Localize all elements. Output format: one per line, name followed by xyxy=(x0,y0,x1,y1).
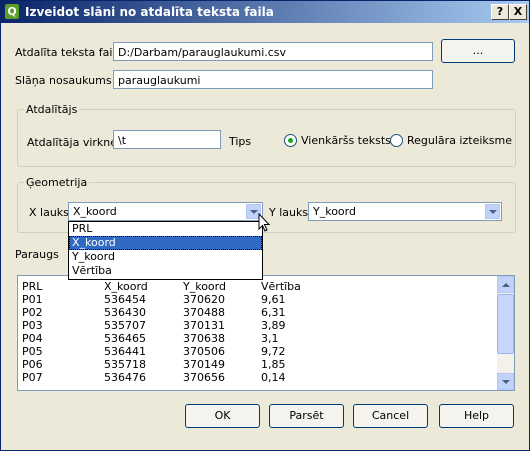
delimiter-type-label: Tips xyxy=(229,135,252,148)
file-label: Atdalīta teksta fails xyxy=(15,46,122,59)
x-field-label: X lauks xyxy=(29,206,69,219)
qgis-app-icon: Q xyxy=(5,4,19,19)
table-cell: 3,89 xyxy=(261,319,286,332)
preview-header-cell: PRL xyxy=(22,280,43,293)
scroll-down-icon[interactable] xyxy=(497,373,514,390)
delimiter-string-label: Atdalītāja virkne xyxy=(27,136,118,149)
browse-button[interactable]: ... xyxy=(441,39,515,63)
window-title: Izveidot slāni no atdalīta teksta faila xyxy=(25,5,274,19)
table-row: P04 536465 370638 3,1 xyxy=(22,332,341,345)
table-row: P03 535707 370131 3,89 xyxy=(22,319,341,332)
preview-header-cell: X_koord xyxy=(104,280,148,293)
table-cell: 370488 xyxy=(183,306,225,319)
table-cell: 536465 xyxy=(104,332,146,345)
table-cell: P05 xyxy=(22,345,43,358)
preview-header-row: PRL X_koord Y_koord Vērtība xyxy=(22,280,341,293)
title-bar[interactable]: Q Izveidot slāni no atdalīta teksta fail… xyxy=(1,1,529,23)
table-cell: 535718 xyxy=(104,358,146,371)
table-row: P02 536430 370488 6,31 xyxy=(22,306,341,319)
scroll-thumb[interactable] xyxy=(497,294,514,354)
dropdown-option-vertiba[interactable]: Vērtība xyxy=(69,264,262,278)
plain-text-radio[interactable] xyxy=(284,134,297,147)
help-title-button[interactable]: ? xyxy=(491,4,509,20)
scroll-up-icon[interactable] xyxy=(497,276,514,293)
preview-header-cell: Vērtība xyxy=(261,280,301,293)
plain-text-radio-label: Vienkāršs teksts xyxy=(301,134,391,147)
table-cell: 3,1 xyxy=(261,332,279,345)
x-field-value: X_koord xyxy=(73,205,117,218)
cancel-button[interactable]: Cancel xyxy=(353,404,428,428)
parse-button[interactable]: Parsēt xyxy=(269,404,344,428)
table-cell: P01 xyxy=(22,293,43,306)
table-cell: P03 xyxy=(22,319,43,332)
x-field-combo[interactable]: X_koord xyxy=(68,202,263,221)
x-field-dropdown-list: PRL X_koord Y_koord Vērtība xyxy=(68,221,263,280)
file-path-input[interactable]: D:/Darbam/parauglaukumi.csv xyxy=(113,42,433,61)
delimiter-string-input[interactable]: \t xyxy=(113,130,221,149)
ok-button[interactable]: OK xyxy=(185,404,260,428)
close-button[interactable]: X xyxy=(509,4,527,20)
layer-name-input[interactable]: parauglaukumi xyxy=(113,70,433,89)
preview-scrollbar[interactable] xyxy=(497,276,514,390)
table-row: P05 536441 370506 9,72 xyxy=(22,345,341,358)
mouse-cursor-icon xyxy=(258,213,271,232)
delimiter-group-title: Atdalītājs xyxy=(26,103,78,116)
table-cell: P06 xyxy=(22,358,43,371)
table-cell: 536454 xyxy=(104,293,146,306)
chevron-down-icon[interactable] xyxy=(485,204,500,219)
table-cell: P07 xyxy=(22,371,43,384)
table-cell: 1,85 xyxy=(261,358,286,371)
table-cell: 370656 xyxy=(183,371,225,384)
preview-table: PRL X_koord Y_koord Vērtība P01 536454 370… xyxy=(22,280,341,384)
table-row: P01 536454 370620 9,61 xyxy=(22,293,341,306)
table-cell: 0,14 xyxy=(261,371,286,384)
preview-header-cell: Y_koord xyxy=(183,280,226,293)
regex-radio[interactable] xyxy=(390,134,403,147)
y-field-combo[interactable]: Y_koord xyxy=(308,202,502,221)
table-cell: 370506 xyxy=(183,345,225,358)
layer-name-label: Slāņa nosaukums xyxy=(15,74,112,87)
dropdown-option-x-koord[interactable]: X_koord xyxy=(69,236,262,250)
geometry-group-title: Ģeometrija xyxy=(26,176,88,189)
table-cell: 535707 xyxy=(104,319,146,332)
table-cell: 370620 xyxy=(183,293,225,306)
table-cell: 536441 xyxy=(104,345,146,358)
table-cell: P04 xyxy=(22,332,43,345)
preview-label: Paraugs xyxy=(15,248,59,261)
table-cell: 9,61 xyxy=(261,293,286,306)
dialog-window: Q Izveidot slāni no atdalīta teksta fail… xyxy=(0,0,530,451)
table-cell: 9,72 xyxy=(261,345,286,358)
dropdown-option-prl[interactable]: PRL xyxy=(69,222,262,236)
table-row: P06 535718 370149 1,85 xyxy=(22,358,341,371)
table-cell: 370149 xyxy=(183,358,225,371)
table-row: P07 536476 370656 0,14 xyxy=(22,371,341,384)
y-field-value: Y_koord xyxy=(313,205,356,218)
table-cell: 370131 xyxy=(183,319,225,332)
preview-list[interactable]: PRL X_koord Y_koord Vērtība P01 536454 370… xyxy=(17,275,515,391)
regex-radio-label: Regulāra izteiksme xyxy=(407,134,512,147)
help-button[interactable]: Help xyxy=(439,404,514,428)
table-cell: 6,31 xyxy=(261,306,286,319)
table-cell: 370638 xyxy=(183,332,225,345)
table-cell: 536476 xyxy=(104,371,146,384)
table-cell: P02 xyxy=(22,306,43,319)
y-field-label: Y lauks xyxy=(269,206,309,219)
dropdown-option-y-koord[interactable]: Y_koord xyxy=(69,250,262,264)
table-cell: 536430 xyxy=(104,306,146,319)
